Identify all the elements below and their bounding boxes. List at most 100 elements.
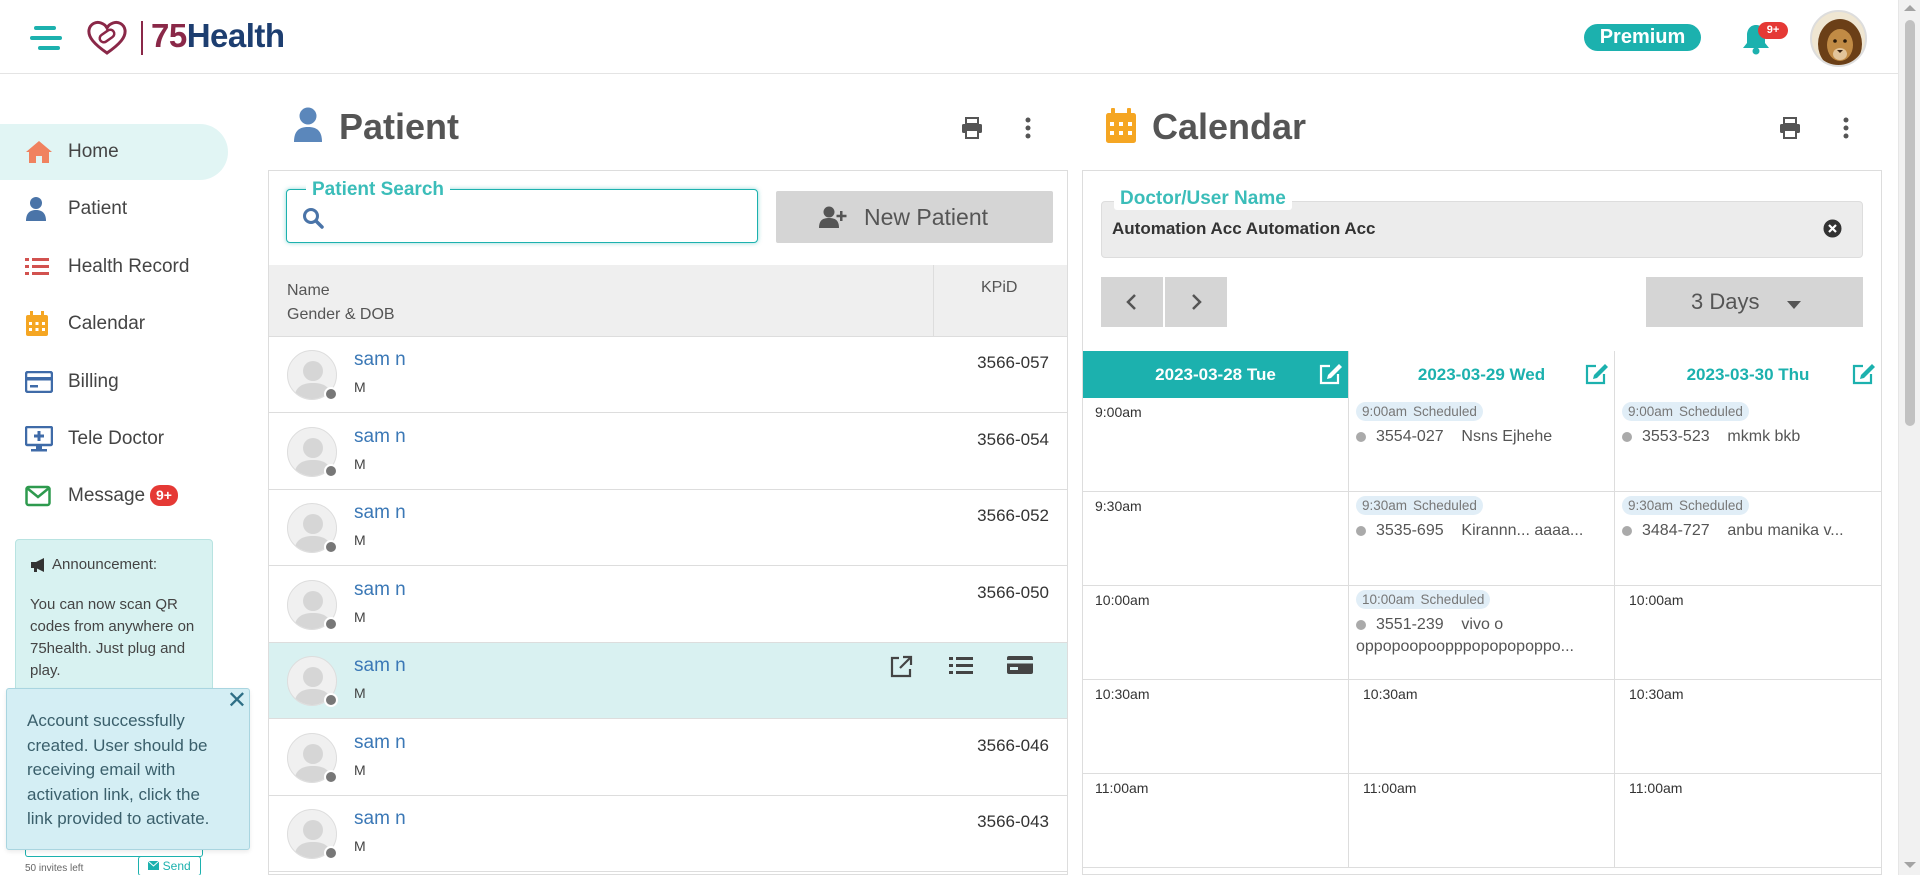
status-dot — [324, 387, 338, 401]
view-range-label: 3 Days — [1691, 289, 1760, 314]
close-icon[interactable]: ✕ — [227, 688, 247, 714]
next-button[interactable] — [1165, 277, 1227, 327]
new-patient-button[interactable]: New Patient — [776, 191, 1053, 243]
page-scrollbar[interactable] — [1898, 0, 1920, 875]
patient-user-icon — [294, 107, 322, 142]
sidebar-item-message[interactable]: Message 9+ — [0, 468, 228, 524]
calendar-slot[interactable]: 9:00am Scheduled 3553-523 mkmk bkb — [1615, 398, 1882, 492]
list-icon[interactable] — [949, 655, 973, 677]
header-kpid-col[interactable]: KPiD — [981, 279, 1017, 297]
appointment-tag: 9:00am Scheduled — [1356, 402, 1483, 421]
more-vertical-icon[interactable] — [1023, 117, 1033, 139]
calendar-slot[interactable]: 10:00am — [1083, 586, 1349, 680]
calendar-slot[interactable]: 10:30am — [1349, 680, 1615, 774]
day-header[interactable]: 2023-03-30 Thu — [1615, 351, 1882, 398]
chevron-left-icon — [1126, 294, 1136, 310]
patient-name[interactable]: sam n — [354, 579, 406, 601]
calendar-slot[interactable]: 9:00am Scheduled 3554-027 Nsns Ejhehe — [1349, 398, 1615, 492]
calendar-slot[interactable]: 11:00am — [1083, 774, 1349, 868]
heart-logo-icon — [87, 20, 127, 55]
print-icon[interactable] — [961, 117, 983, 139]
credit-card-icon — [25, 371, 53, 393]
send-invite-button[interactable]: Send — [138, 856, 201, 875]
menu-icon[interactable] — [30, 26, 62, 50]
time-label: 10:00am — [1095, 592, 1150, 608]
patient-row[interactable]: sam n M 3566-052 — [269, 490, 1067, 566]
edit-icon[interactable] — [1852, 363, 1876, 385]
premium-button[interactable]: Premium — [1584, 24, 1701, 51]
patient-row[interactable]: sam n M — [269, 643, 1067, 719]
scroll-up-arrow-icon[interactable] — [1904, 5, 1916, 11]
credit-card-icon[interactable] — [1007, 655, 1033, 675]
patient-name[interactable]: sam n — [354, 426, 406, 448]
patient-name[interactable]: sam n — [354, 502, 406, 524]
caret-down-icon — [1787, 301, 1801, 309]
patient-name[interactable]: sam n — [354, 808, 406, 830]
prev-button[interactable] — [1101, 277, 1163, 327]
announcement-card: Announcement: You can now scan QR codes … — [15, 539, 213, 709]
logo-separator — [141, 21, 143, 55]
calendar-title-icon — [1106, 108, 1136, 143]
sidebar-item-health-record[interactable]: Health Record — [0, 239, 228, 295]
view-range-select[interactable]: 3 Days — [1646, 277, 1863, 327]
calendar-slot[interactable]: 10:30am — [1083, 680, 1349, 774]
time-label: 11:00am — [1363, 780, 1417, 796]
patient-row[interactable]: sam n M 3566-050 — [269, 566, 1067, 643]
lion-avatar-icon — [1812, 12, 1865, 65]
megaphone-icon — [31, 558, 44, 572]
app-root: 75Health Premium 9+ Home Patient Health … — [0, 0, 1920, 875]
header-name-col[interactable]: Name Gender & DOB — [287, 279, 395, 327]
calendar-slot[interactable]: 10:00am — [1615, 586, 1882, 680]
calendar-slot[interactable]: 9:00am — [1083, 398, 1349, 492]
sidebar-item-label: Calendar — [68, 313, 146, 334]
more-vertical-icon[interactable] — [1841, 117, 1851, 139]
patient-gender: M — [354, 838, 366, 854]
scrollbar-thumb[interactable] — [1905, 20, 1915, 426]
appointment-tag: 10:00am Scheduled — [1356, 590, 1491, 609]
patient-name[interactable]: sam n — [354, 732, 406, 754]
status-dot — [324, 769, 338, 784]
appointment-line[interactable]: 3535-695 Kirannn... aaaa... — [1356, 522, 1606, 540]
day-header[interactable]: 2023-03-28 Tue — [1083, 351, 1349, 398]
patient-kpid: 3566-043 — [977, 812, 1049, 831]
appointment-line[interactable]: 3484-727 anbu manika v... — [1622, 522, 1872, 540]
sidebar-item-home[interactable]: Home — [0, 124, 228, 180]
edit-icon[interactable] — [1585, 363, 1609, 385]
patient-kpid: 3566-050 — [977, 582, 1049, 602]
user-icon — [26, 197, 46, 221]
home-icon — [26, 141, 52, 163]
sidebar-item-calendar[interactable]: Calendar — [0, 296, 228, 352]
sidebar-item-tele-doctor[interactable]: Tele Doctor — [0, 411, 228, 467]
appointment-line[interactable]: 3553-523 mkmk bkb — [1622, 428, 1872, 446]
clear-icon[interactable] — [1823, 219, 1842, 238]
announcement-title: Announcement: — [52, 556, 158, 573]
patient-row[interactable]: sam n M 3566-043 — [269, 796, 1067, 872]
patient-name[interactable]: sam n — [354, 655, 406, 677]
edit-icon[interactable] — [1319, 363, 1343, 385]
patient-row[interactable]: sam n M 3566-054 — [269, 413, 1067, 490]
scroll-down-arrow-icon[interactable] — [1904, 862, 1916, 868]
day-header[interactable]: 2023-03-29 Wed — [1349, 351, 1615, 398]
calendar-slot[interactable]: 9:30am Scheduled 3484-727 anbu manika v... — [1615, 492, 1882, 586]
calendar-slot[interactable]: 11:00am — [1615, 774, 1882, 868]
calendar-slot[interactable]: 11:00am — [1349, 774, 1615, 868]
appointment-kpid: 3551-239 — [1376, 616, 1444, 633]
user-avatar[interactable] — [1810, 10, 1867, 67]
patient-row[interactable]: sam n M 3566-046 — [269, 719, 1067, 796]
patient-search-input[interactable] — [332, 203, 742, 231]
patient-row[interactable]: sam n M 3566-057 — [269, 337, 1067, 413]
calendar-slot[interactable]: 10:30am — [1615, 680, 1882, 774]
sidebar-item-patient[interactable]: Patient — [0, 181, 228, 237]
calendar-slot[interactable]: 9:30am — [1083, 492, 1349, 586]
appointment-patient: anbu manika v... — [1727, 522, 1844, 539]
appointment-line[interactable]: 3551-239 vivo o — [1356, 616, 1606, 634]
patient-name[interactable]: sam n — [354, 349, 406, 371]
appointment-line[interactable]: 3554-027 Nsns Ejhehe — [1356, 428, 1606, 446]
print-icon[interactable] — [1779, 117, 1801, 139]
sidebar-item-billing[interactable]: Billing — [0, 354, 228, 410]
sidebar-item-label: Tele Doctor — [68, 428, 165, 449]
open-external-icon[interactable] — [889, 655, 913, 679]
calendar-slot[interactable]: 9:30am Scheduled 3535-695 Kirannn... aaaa.… — [1349, 492, 1615, 586]
time-label: 10:30am — [1363, 686, 1418, 702]
calendar-slot[interactable]: 10:00am Scheduled 3551-239 vivo o oppopoopo… — [1349, 586, 1615, 680]
